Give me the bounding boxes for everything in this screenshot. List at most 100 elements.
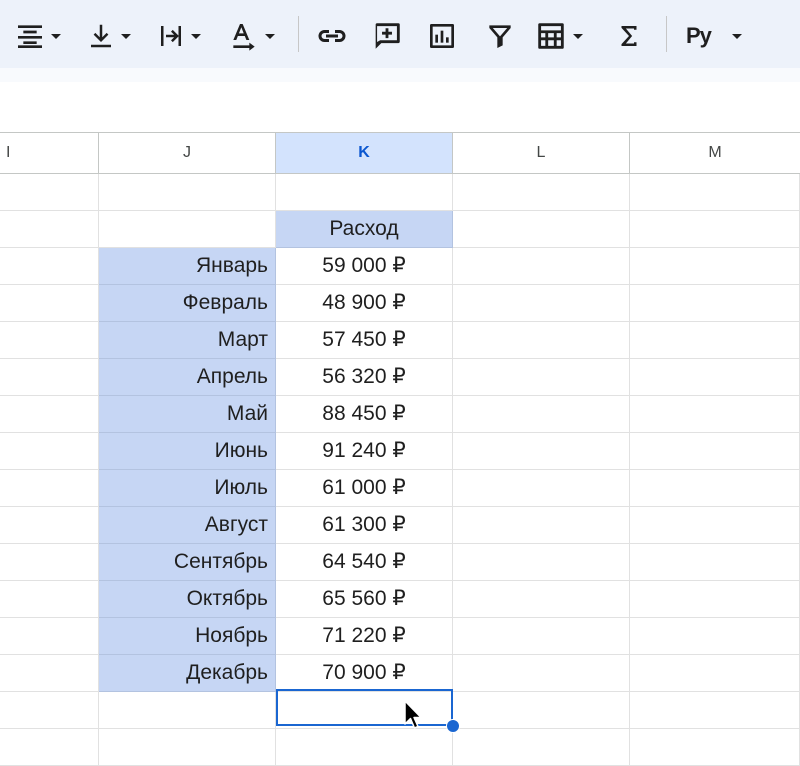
grid-cell[interactable] <box>0 433 99 470</box>
create-filter-button[interactable] <box>484 16 516 56</box>
grid-cell[interactable] <box>453 655 630 692</box>
grid-cell[interactable] <box>630 507 800 544</box>
amount-cell[interactable]: 57 450 ₽ <box>276 322 453 359</box>
filter-views-button[interactable] <box>534 16 588 56</box>
spreadsheet-grid[interactable]: I J K L M Расход Январь 59 000 ₽ Февраль 48 … <box>0 132 800 766</box>
grid-cell[interactable] <box>630 433 800 470</box>
column-header-l[interactable]: L <box>453 133 630 173</box>
month-cell[interactable]: Сентябрь <box>99 544 276 581</box>
month-cell[interactable]: Июнь <box>99 433 276 470</box>
grid-cell[interactable] <box>0 581 99 618</box>
text-wrapping-button[interactable] <box>156 16 206 56</box>
table-view-icon <box>534 19 568 53</box>
link-icon <box>314 18 350 54</box>
grid-cell[interactable] <box>453 729 630 766</box>
amount-cell[interactable]: 48 900 ₽ <box>276 285 453 322</box>
grid-cell[interactable] <box>0 470 99 507</box>
grid-cell[interactable] <box>630 618 800 655</box>
grid-cell[interactable] <box>630 396 800 433</box>
grid-cell[interactable] <box>630 729 800 766</box>
grid-cell[interactable] <box>0 655 99 692</box>
header-cell-expense[interactable]: Расход <box>276 211 453 248</box>
month-cell[interactable]: Декабрь <box>99 655 276 692</box>
grid-cell[interactable] <box>276 174 453 211</box>
grid-cell[interactable] <box>453 433 630 470</box>
grid-cell[interactable] <box>453 359 630 396</box>
grid-cell[interactable] <box>453 470 630 507</box>
month-cell[interactable]: Октябрь <box>99 581 276 618</box>
active-cell[interactable] <box>276 689 453 726</box>
grid-cell[interactable] <box>0 174 99 211</box>
grid-cell[interactable] <box>0 285 99 322</box>
grid-cell[interactable] <box>453 211 630 248</box>
grid-cell[interactable] <box>99 729 276 766</box>
grid-cell[interactable] <box>99 174 276 211</box>
grid-cell[interactable] <box>630 581 800 618</box>
grid-cell[interactable] <box>453 174 630 211</box>
amount-cell[interactable]: 59 000 ₽ <box>276 248 453 285</box>
month-cell[interactable]: Март <box>99 322 276 359</box>
grid-cell[interactable] <box>630 692 800 729</box>
grid-cell[interactable] <box>0 507 99 544</box>
insert-link-button[interactable] <box>314 16 350 56</box>
grid-cell[interactable] <box>630 655 800 692</box>
grid-cell[interactable] <box>453 396 630 433</box>
grid-cell[interactable] <box>0 322 99 359</box>
column-header-m[interactable]: M <box>630 133 800 173</box>
grid-cell[interactable] <box>453 285 630 322</box>
grid-cell[interactable] <box>453 248 630 285</box>
grid-cell[interactable] <box>0 211 99 248</box>
month-cell[interactable]: Январь <box>99 248 276 285</box>
grid-cell[interactable] <box>0 692 99 729</box>
grid-cell[interactable] <box>630 359 800 396</box>
month-cell[interactable]: Февраль <box>99 285 276 322</box>
amount-cell[interactable]: 88 450 ₽ <box>276 396 453 433</box>
grid-cell[interactable] <box>630 544 800 581</box>
month-cell[interactable]: Июль <box>99 470 276 507</box>
column-header-k[interactable]: K <box>276 133 453 173</box>
amount-cell[interactable]: 61 000 ₽ <box>276 470 453 507</box>
grid-cell[interactable] <box>99 211 276 248</box>
grid-cell[interactable] <box>453 581 630 618</box>
insert-comment-button[interactable] <box>370 16 404 56</box>
month-cell[interactable]: Ноябрь <box>99 618 276 655</box>
fill-handle[interactable] <box>446 719 460 733</box>
grid-cell[interactable] <box>99 692 276 729</box>
grid-cell[interactable] <box>453 322 630 359</box>
grid-cell[interactable] <box>0 359 99 396</box>
grid-cell[interactable] <box>0 396 99 433</box>
amount-cell[interactable]: 70 900 ₽ <box>276 655 453 692</box>
amount-cell[interactable]: 91 240 ₽ <box>276 433 453 470</box>
grid-cell[interactable] <box>453 618 630 655</box>
amount-cell[interactable]: 61 300 ₽ <box>276 507 453 544</box>
month-cell[interactable]: Май <box>99 396 276 433</box>
horizontal-align-button[interactable] <box>14 16 66 56</box>
grid-cell[interactable] <box>0 618 99 655</box>
grid-cell[interactable] <box>0 729 99 766</box>
grid-cell[interactable] <box>453 544 630 581</box>
amount-cell[interactable]: 65 560 ₽ <box>276 581 453 618</box>
grid-cell[interactable] <box>276 729 453 766</box>
grid-cell[interactable] <box>453 692 630 729</box>
grid-cell[interactable] <box>0 248 99 285</box>
grid-cell[interactable] <box>630 174 800 211</box>
functions-button[interactable] <box>614 16 644 56</box>
grid-cell[interactable] <box>630 322 800 359</box>
amount-cell[interactable]: 56 320 ₽ <box>276 359 453 396</box>
grid-cell[interactable] <box>453 507 630 544</box>
insert-chart-button[interactable] <box>426 16 458 56</box>
vertical-align-button[interactable] <box>86 16 136 56</box>
grid-cell[interactable] <box>630 211 800 248</box>
grid-cell[interactable] <box>0 544 99 581</box>
text-rotation-button[interactable] <box>228 16 280 56</box>
grid-cell[interactable] <box>630 248 800 285</box>
grid-cell[interactable] <box>630 285 800 322</box>
amount-cell[interactable]: 64 540 ₽ <box>276 544 453 581</box>
column-header-i[interactable]: I <box>0 133 99 173</box>
month-cell[interactable]: Апрель <box>99 359 276 396</box>
amount-cell[interactable]: 71 220 ₽ <box>276 618 453 655</box>
column-header-j[interactable]: J <box>99 133 276 173</box>
input-tools-button[interactable]: Pу <box>686 16 747 56</box>
grid-cell[interactable] <box>630 470 800 507</box>
month-cell[interactable]: Август <box>99 507 276 544</box>
